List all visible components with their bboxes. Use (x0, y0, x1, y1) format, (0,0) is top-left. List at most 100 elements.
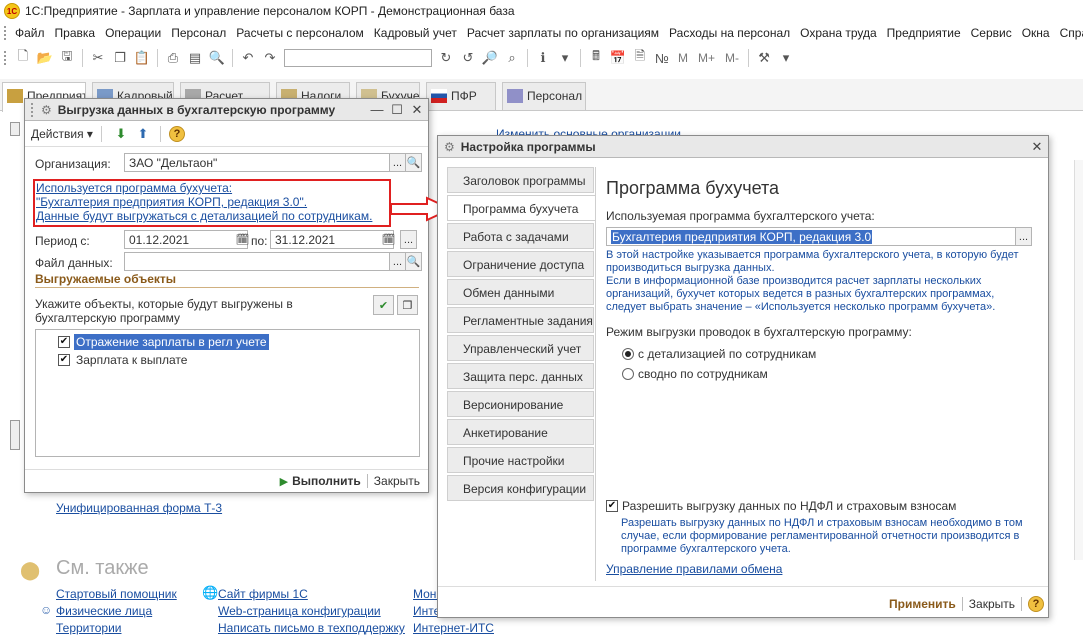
close-button[interactable]: ✕ (408, 101, 426, 119)
object-checkbox[interactable]: ✔ (58, 354, 70, 366)
run-button[interactable]: ▶ Выполнить (280, 474, 361, 488)
minimize-button[interactable]: — (368, 101, 386, 119)
mode-option-summary[interactable]: сводно по сотрудникам (622, 367, 768, 381)
object-checkbox[interactable]: ✔ (58, 336, 70, 348)
nav-item-accounting-program[interactable]: Программа бухучета (447, 195, 596, 221)
form-t3-link[interactable]: Унифицированная форма Т-3 (56, 501, 222, 515)
maximize-button[interactable]: ☐ (388, 101, 406, 119)
mode-option-detailed[interactable]: с детализацией по сотрудникам (622, 347, 816, 361)
search-next-icon[interactable]: ↻ (437, 49, 455, 67)
program-input[interactable]: Бухгалтерия предприятия КОРП, редакция 3… (606, 227, 1016, 246)
paste-icon[interactable]: 📋 (133, 49, 151, 67)
nav-item-config-version[interactable]: Версия конфигурации (447, 475, 594, 501)
print-preview-icon[interactable]: ▤ (186, 49, 204, 67)
calendar-icon[interactable]: 📅 (609, 49, 627, 67)
actions-menu[interactable]: Действия ▾ (31, 127, 93, 141)
menu-item-hr[interactable]: Кадровый учет (369, 26, 462, 40)
cut-icon[interactable]: ✂ (89, 49, 107, 67)
nav-item-personal-data[interactable]: Защита перс. данных (447, 363, 594, 389)
data-file-select-button[interactable]: ... (389, 252, 406, 271)
copy-list-icon[interactable]: ❐ (397, 295, 418, 315)
start-assistant-link[interactable]: Стартовый помощник (56, 587, 177, 601)
menu-item-payments[interactable]: Расчеты с персоналом (231, 26, 368, 40)
save-icon[interactable]: 🖫 (58, 48, 76, 67)
individuals-link[interactable]: Физические лица (56, 604, 152, 618)
dropdown-icon[interactable]: ▾ (556, 49, 574, 67)
menu-item-edit[interactable]: Правка (50, 26, 101, 40)
nav-item-access[interactable]: Ограничение доступа (447, 251, 594, 277)
nav-item-versioning[interactable]: Версионирование (447, 391, 594, 417)
export-download-icon[interactable]: ⬇ (112, 125, 130, 143)
select-all-icon[interactable]: ✔ (373, 295, 394, 315)
data-file-input[interactable] (124, 252, 390, 271)
close-button[interactable]: ✕ (1028, 138, 1046, 156)
program-info-link[interactable]: Используется программа бухучета: "Бухгал… (36, 181, 372, 223)
close-dialog-button[interactable]: Закрыть (969, 597, 1015, 611)
export-upload-icon[interactable]: ⬆ (134, 125, 152, 143)
help-icon[interactable]: ? (1028, 596, 1044, 612)
numbering-icon[interactable]: № (653, 49, 671, 67)
nav-item-surveys[interactable]: Анкетирование (447, 419, 594, 445)
period-to-input[interactable]: 31.12.2021 (270, 230, 394, 249)
config-webpage-link[interactable]: Web-страница конфигурации (218, 604, 381, 618)
calendar-icon[interactable]: 🗓 (234, 230, 251, 249)
program-select-button[interactable]: ... (1015, 227, 1032, 246)
find-all-icon[interactable]: ⌕ (503, 49, 521, 67)
nav-item-management[interactable]: Управленческий учет (447, 335, 594, 361)
nav-item-other[interactable]: Прочие настройки (447, 447, 594, 473)
menu-item-payroll[interactable]: Расчет зарплаты по организациям (462, 26, 664, 40)
list-item[interactable]: ✔ Зарплата к выплате (58, 352, 187, 368)
site-1c-link[interactable]: Сайт фирмы 1С (218, 587, 308, 601)
menu-item-enterprise[interactable]: Предприятие (882, 26, 966, 40)
mode-radio[interactable] (622, 348, 634, 360)
ndfl-checkbox-row[interactable]: ✔ Разрешить выгрузку данных по НДФЛ и ст… (606, 499, 956, 513)
org-open-icon[interactable]: 🔍 (405, 153, 422, 172)
help-icon[interactable]: ? (168, 125, 185, 142)
menu-item-help[interactable]: Справка (1055, 26, 1083, 40)
help-icon[interactable]: ℹ (534, 49, 552, 67)
memory-plus-button[interactable]: M+ (698, 51, 715, 65)
dropdown-icon[interactable]: ▾ (777, 49, 795, 67)
tools-icon[interactable]: ⚒ (755, 49, 773, 67)
undo-icon[interactable]: ↶ (239, 49, 257, 67)
data-file-open-icon[interactable]: 🔍 (405, 252, 422, 271)
menu-item-expenses[interactable]: Расходы на персонал (664, 26, 795, 40)
tab-personal[interactable]: Персонал (502, 82, 586, 110)
menu-item-service[interactable]: Сервис (966, 26, 1017, 40)
org-input[interactable]: ЗАО "Дельтаон" (124, 153, 390, 172)
search-combo[interactable] (284, 49, 432, 67)
document-icon[interactable]: 🗎 (631, 48, 649, 67)
apply-button[interactable]: Применить (889, 597, 956, 611)
redo-icon[interactable]: ↷ (261, 49, 279, 67)
period-select-button[interactable]: ... (400, 230, 417, 249)
its-link[interactable]: Интернет-ИТС (413, 621, 494, 635)
menu-item-windows[interactable]: Окна (1017, 26, 1055, 40)
close-dialog-button[interactable]: Закрыть (374, 474, 420, 488)
nav-item-scheduled[interactable]: Регламентные задания (447, 307, 594, 333)
menu-item-operations[interactable]: Операции (100, 26, 166, 40)
memory-m-button[interactable]: M (678, 51, 688, 65)
memory-minus-button[interactable]: M- (725, 51, 739, 65)
list-item[interactable]: ✔ Отражение зарплаты в регл учете (58, 334, 269, 350)
find-icon[interactable]: 🔍 (208, 49, 226, 67)
print-icon[interactable]: ⎙ (164, 49, 182, 67)
calculator-icon[interactable]: 🖩 (587, 48, 605, 67)
nav-item-exchange[interactable]: Обмен данными (447, 279, 594, 305)
exchange-rules-link[interactable]: Управление правилами обмена (606, 562, 782, 576)
copy-icon[interactable]: ❐ (111, 49, 129, 67)
menu-item-personnel[interactable]: Персонал (166, 26, 231, 40)
menu-item-safety[interactable]: Охрана труда (795, 26, 882, 40)
open-folder-icon[interactable]: 📂 (36, 49, 54, 67)
nav-item-tasks[interactable]: Работа с задачами (447, 223, 594, 249)
new-document-icon[interactable]: 🗋 (14, 48, 32, 67)
mode-radio[interactable] (622, 368, 634, 380)
write-support-link[interactable]: Написать письмо в техподдержку (218, 621, 405, 635)
org-select-button[interactable]: ... (389, 153, 406, 172)
find-in-list-icon[interactable]: 🔎 (481, 49, 499, 67)
nav-item-title[interactable]: Заголовок программы (447, 167, 594, 193)
period-from-input[interactable]: 01.12.2021 (124, 230, 248, 249)
calendar-icon[interactable]: 🗓 (380, 230, 397, 249)
territories-link[interactable]: Территории (56, 621, 122, 635)
search-prev-icon[interactable]: ↺ (459, 49, 477, 67)
tab-pfr[interactable]: ПФР (426, 82, 496, 110)
